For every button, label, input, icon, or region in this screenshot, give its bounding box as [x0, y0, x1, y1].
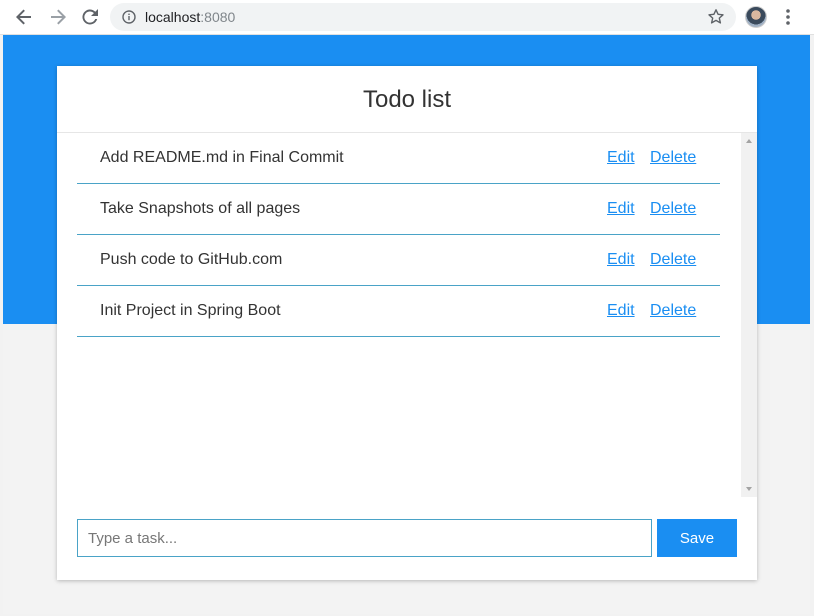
- browser-toolbar: localhost:8080: [0, 0, 814, 35]
- delete-link[interactable]: Delete: [650, 302, 696, 320]
- list-item: Add README.md in Final Commit Edit Delet…: [77, 133, 720, 184]
- list-item: Push code to GitHub.com Edit Delete: [77, 235, 720, 286]
- avatar[interactable]: [745, 6, 767, 28]
- delete-link[interactable]: Delete: [650, 200, 696, 218]
- page-title: Todo list: [57, 66, 757, 133]
- todo-list-area[interactable]: Add README.md in Final Commit Edit Delet…: [57, 133, 757, 497]
- todo-text: Take Snapshots of all pages: [100, 200, 301, 217]
- back-arrow-icon[interactable]: [12, 6, 36, 28]
- url-text: localhost:8080: [145, 9, 235, 25]
- edit-link[interactable]: Edit: [607, 251, 635, 269]
- list-item: Init Project in Spring Boot Edit Delete: [77, 286, 720, 337]
- list-item: Take Snapshots of all pages Edit Delete: [77, 184, 720, 235]
- todo-card: Todo list Add README.md in Final Commit …: [57, 66, 757, 580]
- scroll-down-arrow-icon[interactable]: [741, 481, 757, 497]
- delete-link[interactable]: Delete: [650, 251, 696, 269]
- delete-link[interactable]: Delete: [650, 149, 696, 167]
- url-port: :8080: [200, 9, 236, 25]
- url-host: localhost: [145, 9, 201, 25]
- kebab-menu-icon[interactable]: [778, 7, 798, 27]
- scroll-up-arrow-icon[interactable]: [741, 133, 757, 149]
- edit-link[interactable]: Edit: [607, 200, 635, 218]
- edit-link[interactable]: Edit: [607, 302, 635, 320]
- todo-list: Add README.md in Final Commit Edit Delet…: [77, 133, 720, 337]
- todo-text: Init Project in Spring Boot: [100, 302, 281, 319]
- task-input[interactable]: [77, 519, 652, 557]
- page-viewport: Todo list Add README.md in Final Commit …: [3, 35, 810, 614]
- todo-text: Add README.md in Final Commit: [100, 149, 344, 166]
- info-icon[interactable]: [122, 10, 136, 24]
- save-button[interactable]: Save: [657, 519, 737, 557]
- edit-link[interactable]: Edit: [607, 149, 635, 167]
- reload-icon[interactable]: [78, 6, 102, 28]
- scrollbar[interactable]: [741, 133, 757, 497]
- todo-text: Push code to GitHub.com: [100, 251, 283, 268]
- star-icon[interactable]: [707, 8, 725, 26]
- forward-arrow-icon[interactable]: [46, 6, 70, 28]
- address-bar[interactable]: localhost:8080: [110, 3, 736, 31]
